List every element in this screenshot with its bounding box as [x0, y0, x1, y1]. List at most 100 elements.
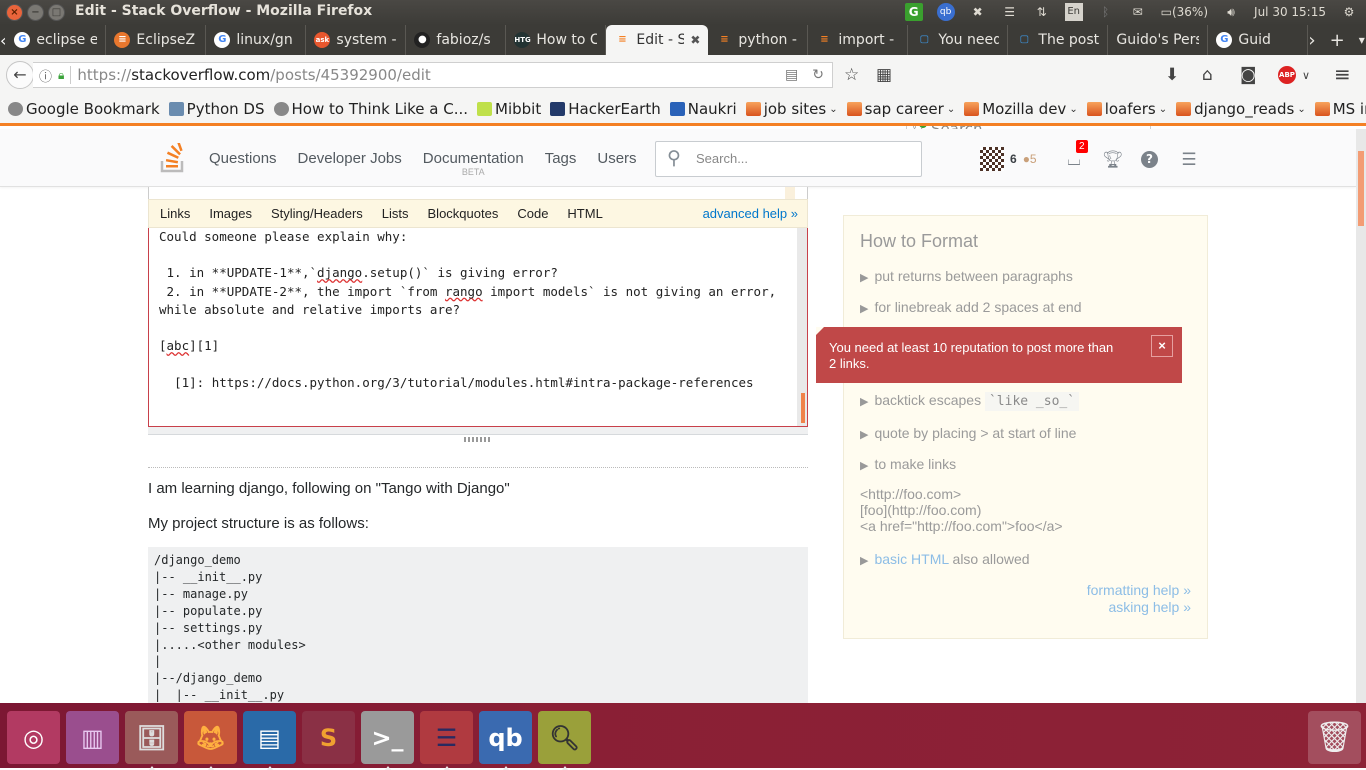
stack-overflow-logo[interactable]: [160, 143, 186, 173]
bookmark-star-icon[interactable]: ☆: [844, 65, 859, 85]
asking-help-link[interactable]: asking help »: [1108, 599, 1191, 615]
nav-developer-jobs[interactable]: Developer Jobs: [298, 150, 402, 167]
browser-tab[interactable]: ▢ The post: [1008, 25, 1109, 55]
adblock-menu-chevron-icon[interactable]: ∨: [1302, 69, 1310, 82]
browser-tab[interactable]: ask system -: [306, 25, 407, 55]
notification-close-button[interactable]: ×: [1151, 335, 1173, 357]
site-info-icon[interactable]: ⓘ: [39, 66, 52, 85]
pocket-icon[interactable]: ◙: [1240, 65, 1257, 85]
advanced-help-link[interactable]: advanced help »: [703, 206, 798, 221]
help-tab-lists[interactable]: Lists: [382, 206, 409, 221]
page-scrollbar-thumb[interactable]: [1358, 151, 1364, 226]
help-tab-code[interactable]: Code: [517, 206, 548, 221]
bookmark-folder[interactable]: MS in US⌄: [1314, 100, 1366, 118]
site-switcher-icon[interactable]: ☰: [1179, 151, 1199, 169]
bookmark-folder[interactable]: sap career ⌄: [846, 100, 955, 118]
help-tab-html[interactable]: HTML: [567, 206, 602, 221]
launcher-libreoffice-writer[interactable]: ▤: [243, 711, 296, 770]
launcher-files[interactable]: 🗄︎: [125, 711, 178, 770]
achievements-trophy-icon[interactable]: 🏆︎: [1102, 151, 1124, 169]
back-button[interactable]: ←: [6, 61, 34, 89]
window-minimize-button[interactable]: −: [27, 4, 44, 21]
reader-view-icon[interactable]: ▤: [785, 67, 798, 83]
window-maximize-button[interactable]: □: [48, 4, 65, 21]
volume-icon[interactable]: 🔊︎: [1222, 3, 1240, 21]
clock[interactable]: Jul 30 15:15: [1254, 3, 1326, 21]
network-icon[interactable]: ⇅: [1033, 3, 1051, 21]
launcher-terminal[interactable]: >_: [361, 711, 414, 770]
bookmark-item[interactable]: Python DS: [168, 100, 265, 118]
user-card[interactable]: 6 ●5: [980, 147, 1037, 171]
help-icon[interactable]: ?: [1141, 151, 1158, 168]
battery-indicator[interactable]: ▭(36%): [1161, 3, 1208, 21]
bookmark-item[interactable]: Naukri: [669, 100, 737, 118]
launcher-trash[interactable]: 🗑︎: [1308, 711, 1361, 764]
help-tab-links[interactable]: Links: [160, 206, 190, 221]
launcher-eclipse[interactable]: ☰: [420, 711, 473, 770]
nav-documentation[interactable]: Documentation BETA: [423, 150, 524, 177]
browser-tab[interactable]: Glinux/gn: [206, 25, 307, 55]
url-bar[interactable]: ⓘ 🔒︎ https://stackoverflow.com/posts/453…: [33, 62, 833, 88]
inbox-icon[interactable]: ⌴: [1064, 151, 1084, 169]
bookmark-folder[interactable]: Mozilla dev ⌄: [964, 100, 1078, 118]
bluetooth-icon[interactable]: ᛒ: [1097, 3, 1115, 21]
bookmark-folder[interactable]: job sites ⌄: [745, 100, 838, 118]
bookmark-item[interactable]: HackerEarth: [550, 100, 661, 118]
bookmark-item[interactable]: How to Think Like a C...: [273, 100, 468, 118]
downloads-icon[interactable]: ⬇: [1165, 65, 1179, 85]
home-icon[interactable]: ⌂: [1202, 65, 1213, 85]
browser-tab[interactable]: G Guid: [1208, 25, 1309, 55]
qbittorrent-tray-icon[interactable]: qb: [936, 3, 955, 21]
formatting-help-link[interactable]: formatting help »: [1087, 582, 1191, 598]
browser-tab[interactable]: HTG How to C: [506, 25, 607, 55]
browser-tab[interactable]: ▢ You need: [908, 25, 1009, 55]
help-tab-images[interactable]: Images: [209, 206, 252, 221]
reading-list-icon[interactable]: ▦: [876, 65, 892, 85]
bookmark-item[interactable]: Google Bookmark: [8, 100, 160, 118]
nav-tags[interactable]: Tags: [545, 150, 577, 167]
notes-icon[interactable]: ☰: [1001, 3, 1019, 21]
browser-tab[interactable]: Guido's Pers: [1108, 25, 1209, 55]
browser-tab[interactable]: ≡ import -: [808, 25, 909, 55]
bookmark-item[interactable]: Mibbit: [477, 100, 541, 118]
launcher-ubuntu-dash[interactable]: ◎: [7, 711, 60, 764]
mail-icon[interactable]: ✉: [1129, 3, 1147, 21]
launcher-firefox[interactable]: 🦊︎: [184, 711, 237, 770]
editor-scrollbar-thumb[interactable]: [801, 393, 805, 423]
so-search-input[interactable]: ⚲ Search...: [655, 141, 922, 177]
dropbox-icon[interactable]: ✖: [969, 3, 987, 21]
avatar[interactable]: [980, 147, 1004, 171]
adblock-plus-icon[interactable]: ABP: [1278, 66, 1296, 84]
nav-users[interactable]: Users: [597, 150, 636, 167]
editor-resize-grip[interactable]: [148, 427, 808, 442]
reload-icon[interactable]: ↻: [812, 67, 824, 83]
browser-tab[interactable]: ● fabioz/s: [406, 25, 507, 55]
editor-scrollbar[interactable]: [797, 228, 807, 426]
post-body-textarea[interactable]: Could someone please explain why: 1. in …: [148, 228, 808, 427]
g-tray-icon[interactable]: G: [904, 3, 923, 21]
help-tab-styling[interactable]: Styling/Headers: [271, 206, 363, 221]
power-gear-icon[interactable]: ⚙: [1340, 3, 1358, 21]
browser-tab[interactable]: ≡ python -: [708, 25, 809, 55]
browser-tab[interactable]: Geclipse e: [6, 25, 107, 55]
help-tab-blockquotes[interactable]: Blockquotes: [428, 206, 499, 221]
page-scrollbar[interactable]: [1356, 129, 1366, 703]
browser-tab[interactable]: ≡ EclipseZ: [106, 25, 207, 55]
window-close-button[interactable]: ×: [6, 4, 23, 21]
tabs-scroll-right-button[interactable]: ›: [1308, 30, 1315, 51]
launcher-sublime-text[interactable]: S: [302, 711, 355, 764]
nav-questions[interactable]: Questions: [209, 150, 277, 167]
bookmarks-toolbar: Google Bookmark Python DS How to Think Lik…: [0, 95, 1366, 126]
launcher-qbittorrent[interactable]: qb: [479, 711, 532, 770]
list-all-tabs-button[interactable]: ▾: [1359, 33, 1365, 47]
tab-close-icon[interactable]: ✖: [690, 33, 700, 47]
hamburger-menu-icon[interactable]: ≡: [1334, 62, 1351, 86]
basic-html-link[interactable]: basic HTML: [874, 551, 948, 567]
keyboard-layout-indicator[interactable]: En: [1064, 3, 1083, 21]
launcher-app-launcher-purple[interactable]: ▥: [66, 711, 119, 764]
bookmark-folder[interactable]: loafers ⌄: [1086, 100, 1167, 118]
launcher-image-viewer[interactable]: 🔍︎: [538, 711, 591, 770]
tab-active[interactable]: ≡ Edit - S ✖: [606, 25, 709, 55]
bookmark-folder[interactable]: django_reads ⌄: [1176, 100, 1306, 118]
new-tab-button[interactable]: +: [1330, 30, 1345, 51]
